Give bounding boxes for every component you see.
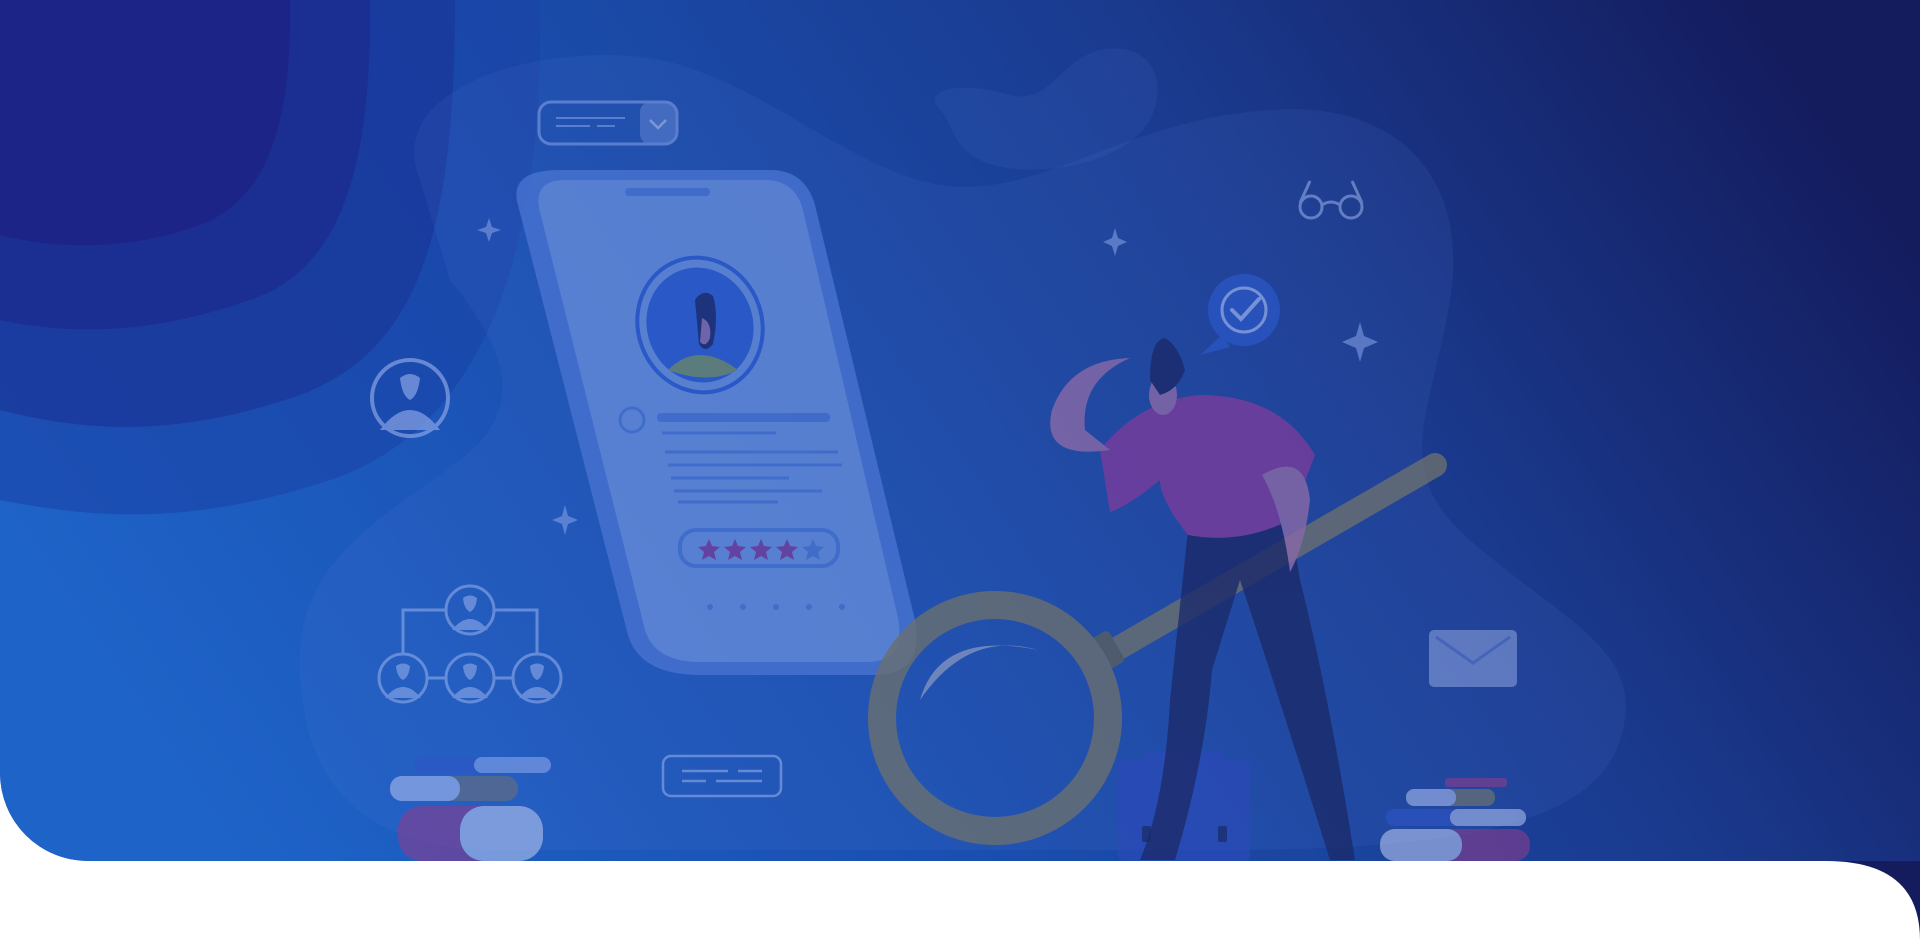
envelope-icon xyxy=(1429,630,1517,687)
hero-banner xyxy=(0,0,1920,861)
bottom-corner-curve xyxy=(1826,861,1920,940)
hero-illustration xyxy=(0,0,1920,861)
